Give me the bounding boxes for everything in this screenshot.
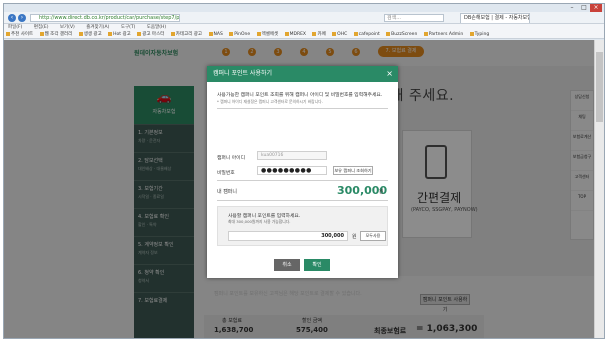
use-point-limit: 최대 300,000원까지 사용 가능합니다. [228, 219, 291, 224]
balance-unit: 원 [379, 189, 384, 195]
favorite-item[interactable]: cafepoint [353, 31, 380, 38]
bookmark-icon [39, 31, 44, 36]
bookmark-icon [312, 31, 317, 36]
bookmark-icon [229, 31, 234, 36]
maximize-icon[interactable]: □ [578, 4, 590, 12]
close-icon[interactable]: × [386, 66, 393, 82]
url-field[interactable]: http://www.direct.db.co.kr/product/car/p… [30, 14, 180, 22]
favorite-item[interactable]: 추천 사이트 [6, 31, 33, 38]
bookmark-icon [170, 31, 175, 36]
modal-description: 사용가능한 캠퍼니 포인트 조회를 위해 캠퍼니 아이디 및 비밀번호를 입력해… [217, 93, 383, 98]
favorite-item[interactable]: 엑셀에셋 [256, 31, 278, 38]
bookmark-icon [108, 31, 113, 36]
favorite-item[interactable]: 웹 조각 갤러리 [39, 31, 72, 38]
bookmark-icon [256, 31, 261, 36]
favorites-bar: 추천 사이트 웹 조각 갤러리 생생 광고 Hot 광고 광고 마스터 카테고리… [4, 31, 604, 39]
bookmark-icon [284, 31, 289, 36]
favorite-item[interactable]: NAS [208, 31, 223, 38]
divider [217, 108, 388, 109]
page-scrollbar[interactable] [594, 40, 604, 338]
use-point-box: 사용할 캠퍼니 포인트를 입력하세요. 최대 300,000원까지 사용 가능합… [217, 206, 388, 246]
bookmark-icon [353, 31, 358, 36]
point-lookup-button[interactable]: 보유 캠퍼니 조회하기 [333, 166, 373, 175]
favorite-item[interactable]: 카페 [312, 31, 326, 38]
back-icon[interactable]: ‹ [8, 14, 16, 22]
favorite-item[interactable]: OHC [332, 31, 347, 38]
window-titlebar: – □ × [4, 4, 604, 12]
password-label: 비밀번호 [217, 171, 235, 176]
cancel-button[interactable]: 취소 [274, 259, 300, 271]
use-amount-unit: 원 [352, 234, 357, 240]
use-point-label: 사용할 캠퍼니 포인트를 입력하세요. [228, 214, 301, 219]
close-icon[interactable]: × [590, 4, 602, 12]
scroll-thumb[interactable] [596, 52, 603, 122]
use-all-button[interactable]: 모두사용 [360, 231, 386, 241]
menu-file[interactable]: 파일(F) [8, 25, 22, 30]
confirm-button[interactable]: 확인 [304, 259, 330, 271]
address-bar-area: ‹ › http://www.direct.db.co.kr/product/c… [4, 12, 604, 24]
bookmark-icon [386, 31, 391, 36]
id-field[interactable]: kua00716 [257, 151, 327, 160]
balance-label: 내 캠퍼니 [217, 189, 237, 195]
modal-note: * 캠퍼니 아이디 재설정은 캠퍼니 고객센터로 문의하시기 바랍니다. [217, 99, 323, 104]
bookmark-icon [469, 31, 474, 36]
bookmark-icon [423, 31, 428, 36]
id-label: 캠퍼니 아이디 [217, 156, 246, 161]
bookmark-icon [208, 31, 213, 36]
favorite-item[interactable]: BuzzScreen [386, 31, 417, 38]
divider [217, 200, 388, 201]
use-amount-input[interactable]: 300,000 [228, 231, 348, 241]
divider [217, 180, 388, 181]
bookmark-icon [78, 31, 83, 36]
bookmark-icon [332, 31, 337, 36]
favorite-item[interactable]: 카테고리 광고 [170, 31, 202, 38]
menu-edit[interactable]: 편집(E) [34, 25, 49, 30]
password-field[interactable]: ●●●●●●●●● [257, 166, 327, 175]
favorite-item[interactable]: Typing [469, 31, 489, 38]
favorite-item[interactable]: Hot 광고 [108, 31, 131, 38]
favorite-item[interactable]: MDREX [284, 31, 306, 38]
favorite-item[interactable]: 생생 광고 [78, 31, 102, 38]
menu-view[interactable]: 보기(V) [60, 25, 75, 30]
favorite-item[interactable]: Partners Admin [423, 31, 463, 38]
menu-favorites[interactable]: 즐겨찾기(A) [86, 25, 109, 30]
forward-icon[interactable]: › [18, 14, 26, 22]
menu-help[interactable]: 도움말(H) [147, 25, 166, 30]
favorite-item[interactable]: 광고 마스터 [137, 31, 164, 38]
browser-tab[interactable]: DB손해보험 | 결제 - 자동차보험 [460, 13, 530, 23]
menu-bar: 파일(F) 편집(E) 보기(V) 즐겨찾기(A) 도구(T) 도움말(H) [4, 24, 604, 31]
modal-title: 캠퍼니 포인트 사용하기 × [207, 66, 398, 82]
menu-tools[interactable]: 도구(T) [121, 25, 136, 30]
minimize-icon[interactable]: – [566, 4, 578, 12]
favorite-item[interactable]: PinOne [229, 31, 250, 38]
point-modal: 캠퍼니 포인트 사용하기 × 사용가능한 캠퍼니 포인트 조회를 위해 캠퍼니 … [207, 66, 398, 278]
search-input[interactable]: 검색... [384, 14, 444, 22]
bookmark-icon [6, 31, 10, 36]
bookmark-icon [137, 31, 142, 36]
